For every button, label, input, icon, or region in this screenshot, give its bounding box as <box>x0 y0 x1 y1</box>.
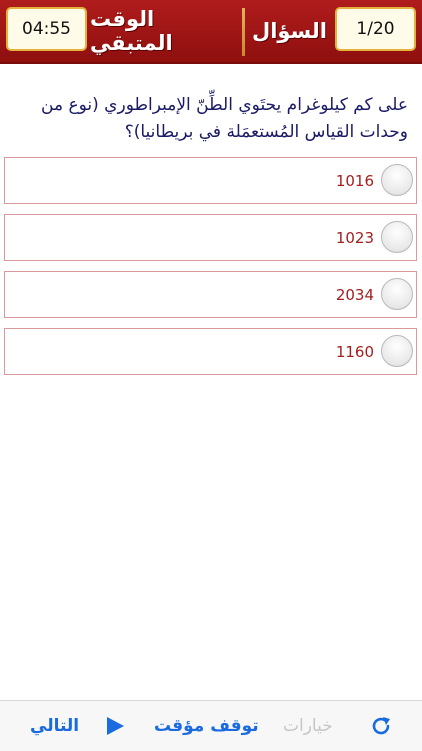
top-bar: 04:55 الوقت المتبقي السؤال 1/20 <box>0 0 422 64</box>
answer-option-3[interactable]: 2034 <box>4 271 417 318</box>
radio-icon[interactable] <box>381 164 413 196</box>
refresh-icon[interactable] <box>368 701 394 751</box>
next-button[interactable]: التالي <box>30 701 79 751</box>
answer-option-2[interactable]: 1023 <box>4 214 417 261</box>
time-remaining-label: الوقت المتبقي <box>90 7 173 55</box>
question-progress-value: 1/20 <box>356 19 395 39</box>
answer-option-label: 1016 <box>335 172 374 190</box>
answer-option-label: 2034 <box>335 286 374 304</box>
play-icon[interactable] <box>104 701 126 751</box>
question-label: السؤال <box>251 19 328 43</box>
time-remaining-box: 04:55 <box>6 7 87 51</box>
header-divider <box>242 8 245 56</box>
answer-option-label: 1023 <box>335 229 374 247</box>
options-button[interactable]: خيارات <box>283 701 333 751</box>
question-progress-box: 1/20 <box>335 7 416 51</box>
answer-option-1[interactable]: 1016 <box>4 157 417 204</box>
radio-icon[interactable] <box>381 278 413 310</box>
question-text: على كم كيلوغرام يحتَوي الطِّنّ الإمبراطو… <box>41 95 408 142</box>
radio-icon[interactable] <box>381 335 413 367</box>
radio-icon[interactable] <box>381 221 413 253</box>
bottom-toolbar: التالي توقف مؤقت خيارات <box>0 700 422 751</box>
answer-option-label: 1160 <box>335 343 374 361</box>
time-remaining-value: 04:55 <box>22 19 71 39</box>
pause-timer-button[interactable]: توقف مؤقت <box>154 701 259 751</box>
answer-option-4[interactable]: 1160 <box>4 328 417 375</box>
